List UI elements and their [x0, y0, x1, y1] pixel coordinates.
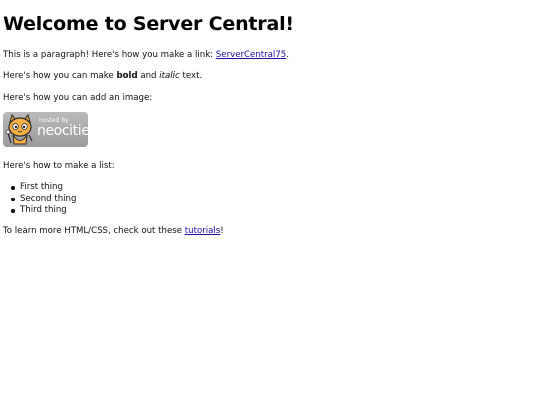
list-item-text: First thing [20, 182, 63, 192]
bullet-icon [11, 186, 15, 190]
paragraph-formatting: Here's how you can make bold and italic … [3, 71, 202, 82]
tutorials-link[interactable]: tutorials [185, 226, 221, 236]
paragraph-link-text: This is a paragraph! Here's how you make… [3, 50, 216, 60]
list-item-text: Second thing [20, 193, 77, 204]
list-item: Second thing [3, 194, 76, 206]
neocities-cat-icon [5, 113, 33, 145]
formatting-text-end: text. [179, 71, 203, 81]
neocities-badge[interactable]: hosted by neocities [3, 112, 88, 147]
paragraph-learn-more: To learn more HTML/CSS, check out these … [3, 226, 224, 237]
paragraph-link: This is a paragraph! Here's how you make… [3, 50, 289, 61]
formatting-text-middle: and [137, 71, 160, 81]
bullet-icon [11, 197, 15, 201]
page-title: Welcome to Server Central! [3, 13, 294, 35]
badge-brand-text: neocities [37, 123, 88, 139]
learn-more-end: ! [220, 226, 224, 236]
list-item: First thing [3, 182, 76, 194]
learn-more-text: To learn more HTML/CSS, check out these [3, 226, 185, 236]
paragraph-link-end: . [286, 50, 289, 60]
list-item: Third thing [3, 205, 76, 217]
paragraph-list-intro: Here's how to make a list: [3, 161, 115, 171]
italic-text: italic [159, 71, 180, 81]
paragraph-image: Here's how you can add an image: [3, 93, 153, 103]
list-item-text: Third thing [20, 205, 67, 215]
formatting-text-start: Here's how you can make [3, 71, 117, 81]
bullet-icon [11, 209, 15, 213]
bold-text: bold [116, 71, 138, 81]
servercentral-link[interactable]: ServerCentral75 [216, 50, 286, 60]
example-list: First thing Second thing Third thing [3, 182, 76, 217]
